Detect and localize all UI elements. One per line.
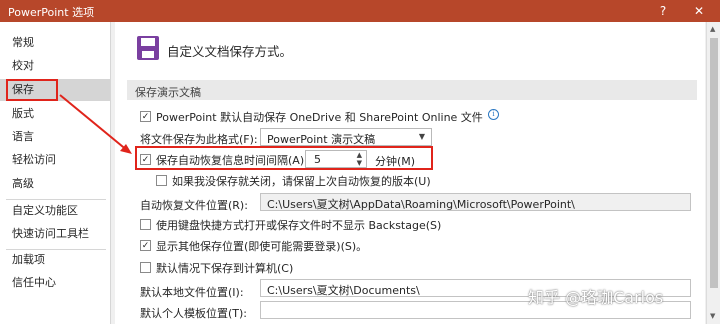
sidebar-item-layout[interactable]: 版式 bbox=[0, 103, 110, 125]
section-header: 保存演示文稿 bbox=[127, 80, 697, 100]
autorecover-location-field[interactable]: C:\Users\夏文树\AppData\Roaming\Microsoft\P… bbox=[260, 193, 691, 211]
sidebar-item-customize-ribbon[interactable]: 自定义功能区 bbox=[0, 200, 110, 222]
sidebar-item-accessibility[interactable]: 轻松访问 bbox=[0, 149, 110, 171]
highlight-box-autorecover bbox=[135, 146, 433, 170]
save-to-computer-checkbox[interactable] bbox=[140, 262, 151, 273]
no-backstage-label: 使用键盘快捷方式打开或保存文件时不显示 Backstage(S) bbox=[156, 219, 442, 232]
scroll-up-icon[interactable]: ▲ bbox=[710, 25, 715, 33]
keep-last-version-label: 如果我没保存就关闭，请保留上次自动恢复的版本(U) bbox=[172, 175, 431, 188]
no-backstage-checkbox[interactable] bbox=[140, 219, 151, 230]
vertical-scrollbar[interactable]: ▲ ▼ bbox=[706, 22, 720, 324]
scroll-down-icon[interactable]: ▼ bbox=[710, 312, 715, 320]
personal-templates-label: 默认个人模板位置(T): bbox=[140, 307, 248, 320]
sidebar: 常规 校对 保存 版式 语言 轻松访问 高级 自定义功能区 快速访问工具栏 加载… bbox=[0, 22, 111, 324]
show-other-locations-label: 显示其他保存位置(即使可能需要登录)(S)。 bbox=[156, 240, 368, 253]
watermark: 知乎 @珞珈Carlos bbox=[528, 288, 664, 307]
save-format-label: 将文件保存为此格式(F): bbox=[140, 133, 258, 146]
keep-last-version-checkbox[interactable] bbox=[156, 175, 167, 186]
scrollbar-thumb[interactable] bbox=[710, 38, 718, 288]
options-content: 自定义文档保存方式。 保存演示文稿 ✓ PowerPoint 默认自动保存 On… bbox=[115, 22, 705, 324]
sidebar-item-quick-access[interactable]: 快速访问工具栏 bbox=[0, 223, 110, 245]
sidebar-item-trust-center[interactable]: 信任中心 bbox=[0, 272, 110, 294]
sidebar-item-proofing[interactable]: 校对 bbox=[0, 55, 110, 77]
page-title: 自定义文档保存方式。 bbox=[167, 44, 293, 59]
default-local-location-label: 默认本地文件位置(I): bbox=[140, 286, 244, 299]
autosave-label: PowerPoint 默认自动保存 OneDrive 和 SharePoint … bbox=[156, 111, 483, 124]
section-title: 保存演示文稿 bbox=[135, 86, 201, 99]
save-icon bbox=[137, 36, 159, 60]
window-title: PowerPoint 选项 bbox=[8, 6, 95, 19]
sidebar-item-addins[interactable]: 加载项 bbox=[0, 249, 110, 271]
save-format-select[interactable]: PowerPoint 演示文稿 ▼ bbox=[260, 128, 432, 146]
default-local-location-value: C:\Users\夏文树\Documents\ bbox=[267, 284, 420, 297]
autosave-checkbox[interactable]: ✓ bbox=[140, 111, 151, 122]
info-icon[interactable]: i bbox=[488, 109, 499, 120]
chevron-down-icon: ▼ bbox=[418, 132, 425, 141]
close-button[interactable]: ✕ bbox=[690, 2, 708, 20]
sidebar-item-language[interactable]: 语言 bbox=[0, 126, 110, 148]
autorecover-location-value: C:\Users\夏文树\AppData\Roaming\Microsoft\P… bbox=[267, 198, 575, 211]
sidebar-item-general[interactable]: 常规 bbox=[0, 32, 110, 54]
save-to-computer-label: 默认情况下保存到计算机(C) bbox=[156, 262, 294, 275]
title-bar: PowerPoint 选项 ? ✕ bbox=[0, 0, 720, 22]
sidebar-item-advanced[interactable]: 高级 bbox=[0, 173, 110, 195]
highlight-box-save bbox=[6, 79, 58, 101]
save-format-value: PowerPoint 演示文稿 bbox=[267, 133, 376, 146]
autorecover-location-label: 自动恢复文件位置(R): bbox=[140, 199, 248, 212]
show-other-locations-checkbox[interactable]: ✓ bbox=[140, 240, 151, 251]
help-button[interactable]: ? bbox=[654, 2, 672, 20]
